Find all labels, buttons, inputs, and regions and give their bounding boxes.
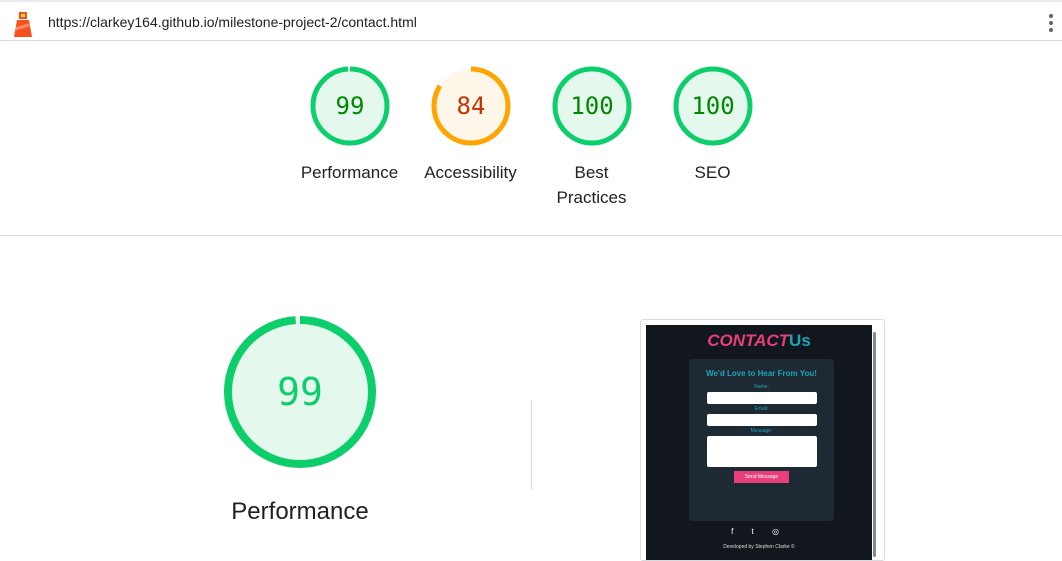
lighthouse-icon — [14, 12, 32, 37]
form-heading: We'd Love to Hear From You! — [706, 369, 817, 378]
main-gauge-label: Performance — [231, 498, 369, 525]
report-url[interactable]: https://clarkey164.github.io/milestone-p… — [48, 14, 417, 30]
scrollbar — [873, 332, 876, 557]
message-label: Message: — [750, 428, 773, 434]
email-field — [706, 414, 817, 426]
contact-form: We'd Love to Hear From You! Name: Email:… — [689, 359, 834, 521]
gauge-label: Best Practices — [556, 163, 627, 207]
name-field — [706, 392, 817, 404]
gauge-label: SEO — [694, 163, 731, 182]
performance-main-gauge: 99 Performance — [200, 314, 400, 526]
email-label: Email: — [754, 406, 769, 412]
gauge-score: 99 — [335, 92, 364, 120]
name-label: Name: — [754, 384, 769, 390]
divider — [531, 400, 532, 490]
gauge-performance[interactable]: 99 Performance — [289, 65, 410, 185]
send-message-button: Send Message — [734, 471, 789, 483]
message-field — [706, 436, 817, 467]
gauge-best-practices[interactable]: 100 Best Practices — [531, 65, 652, 210]
more-menu-icon[interactable] — [1048, 12, 1054, 34]
gauge-label: Performance — [300, 163, 399, 182]
gauge-label: Accessibility — [424, 163, 517, 182]
contact-title: CONTACTUs — [707, 331, 811, 350]
footer-text: Developed by Stephen Clarke © — [723, 544, 795, 550]
gauge-seo[interactable]: 100 SEO — [652, 65, 773, 185]
gauge-score: 84 — [456, 92, 485, 120]
address-bar: https://clarkey164.github.io/milestone-p… — [0, 0, 1062, 41]
gauge-score: 99 — [277, 370, 323, 414]
gauge-accessibility[interactable]: 84 Accessibility — [410, 65, 531, 185]
social-icons: f t ◎ — [731, 527, 787, 536]
score-summary: 99 Performance 84 Accessibility 100 Best Pr… — [0, 41, 1062, 236]
final-screenshot: CONTACTUs We'd Love to Hear From You! Na… — [640, 319, 885, 561]
gauge-score: 100 — [691, 92, 734, 120]
gauge-score: 100 — [570, 92, 613, 120]
